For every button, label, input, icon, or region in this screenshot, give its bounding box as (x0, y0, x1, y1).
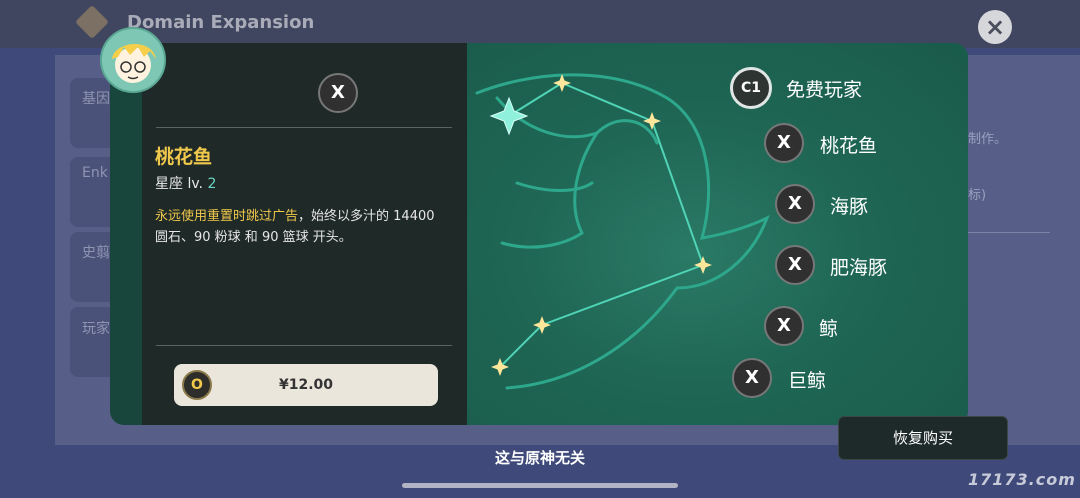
avatar (100, 27, 166, 93)
locked-token: X (732, 358, 772, 398)
detail-status-token: X (318, 73, 358, 113)
c1-token: C1 (730, 67, 772, 109)
constellation-star-4[interactable] (694, 256, 712, 274)
constellation-item-label: 巨鲸 (788, 370, 827, 392)
constellation-item-label: 海豚 (830, 196, 869, 218)
detail-divider-bottom (156, 345, 452, 346)
constellation-chart (475, 73, 770, 390)
close-button[interactable]: × (978, 10, 1012, 44)
constellation-item-label: 肥海豚 (830, 257, 888, 279)
price-label: ¥12.00 (278, 377, 334, 393)
locked-token: X (775, 184, 815, 224)
currency-token-icon: O (182, 370, 212, 400)
app-title: Domain Expansion (127, 12, 315, 33)
locked-token: X (775, 245, 815, 285)
buy-button[interactable]: ¥12.00 O (174, 364, 438, 406)
home-indicator[interactable] (402, 483, 678, 488)
item-description: 永远使用重置时跳过广告，始终以多汁的 14400 圆石、90 粉球 和 90 篮… (155, 206, 451, 248)
locked-token: X (764, 306, 804, 346)
bg-label-2: Enk (82, 165, 108, 181)
locked-token: X (764, 123, 804, 163)
detail-panel: X 桃花鱼 星座 lv. 2 永远使用重置时跳过广告，始终以多汁的 14400 … (142, 43, 467, 425)
watermark: 17173.com (968, 470, 1076, 489)
constellation-item-label: 免费玩家 (786, 79, 863, 101)
constellation-modal: X 桃花鱼 星座 lv. 2 永远使用重置时跳过广告，始终以多汁的 14400 … (110, 43, 968, 425)
whale-outline (475, 73, 770, 390)
bg-label-4: 玩家 (82, 321, 110, 337)
app-logo-icon (75, 5, 109, 39)
bg-label-3: 史翦 (82, 245, 110, 261)
avatar-face-icon (112, 43, 156, 83)
bg-label-1: 基因 (82, 91, 110, 107)
detail-divider-top (156, 127, 452, 128)
constellation-main-star[interactable] (489, 96, 529, 136)
level-value: 2 (207, 176, 217, 192)
footer-note: 这与原神无关 (494, 449, 585, 467)
constellation-item-label: 鲸 (819, 318, 839, 340)
top-bar: Domain Expansion × (0, 0, 1080, 48)
level-label: 星座 lv. (155, 176, 203, 192)
bg-right-text-1: 制作。 (968, 132, 1008, 147)
description-highlight: 永远使用重置时跳过广告 (155, 209, 299, 224)
constellation-item-label: 桃花鱼 (820, 135, 878, 157)
bg-right-text-2: 标) (968, 188, 987, 203)
item-level: 星座 lv. 2 (155, 173, 216, 193)
item-name: 桃花鱼 (155, 146, 213, 168)
modal-left-strip (110, 43, 142, 425)
